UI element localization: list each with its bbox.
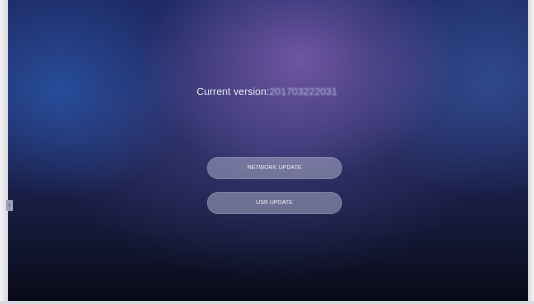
network-update-button[interactable]: NETWORK UPDATE: [207, 157, 342, 179]
screen-edge-left: [0, 0, 8, 304]
side-panel-handle[interactable]: ›: [6, 200, 13, 211]
usb-update-button[interactable]: USB UPDATE: [207, 192, 342, 214]
version-label: Current version:: [196, 87, 270, 98]
update-screen: › Current version:201703222031 NETWORK U…: [0, 0, 534, 304]
version-value: 201703222031: [269, 87, 338, 98]
usb-update-label: USB UPDATE: [256, 200, 293, 206]
current-version: Current version:201703222031: [0, 87, 534, 98]
screen-edge-right: [528, 0, 534, 304]
chevron-right-icon: ›: [8, 202, 11, 209]
network-update-label: NETWORK UPDATE: [247, 165, 302, 171]
